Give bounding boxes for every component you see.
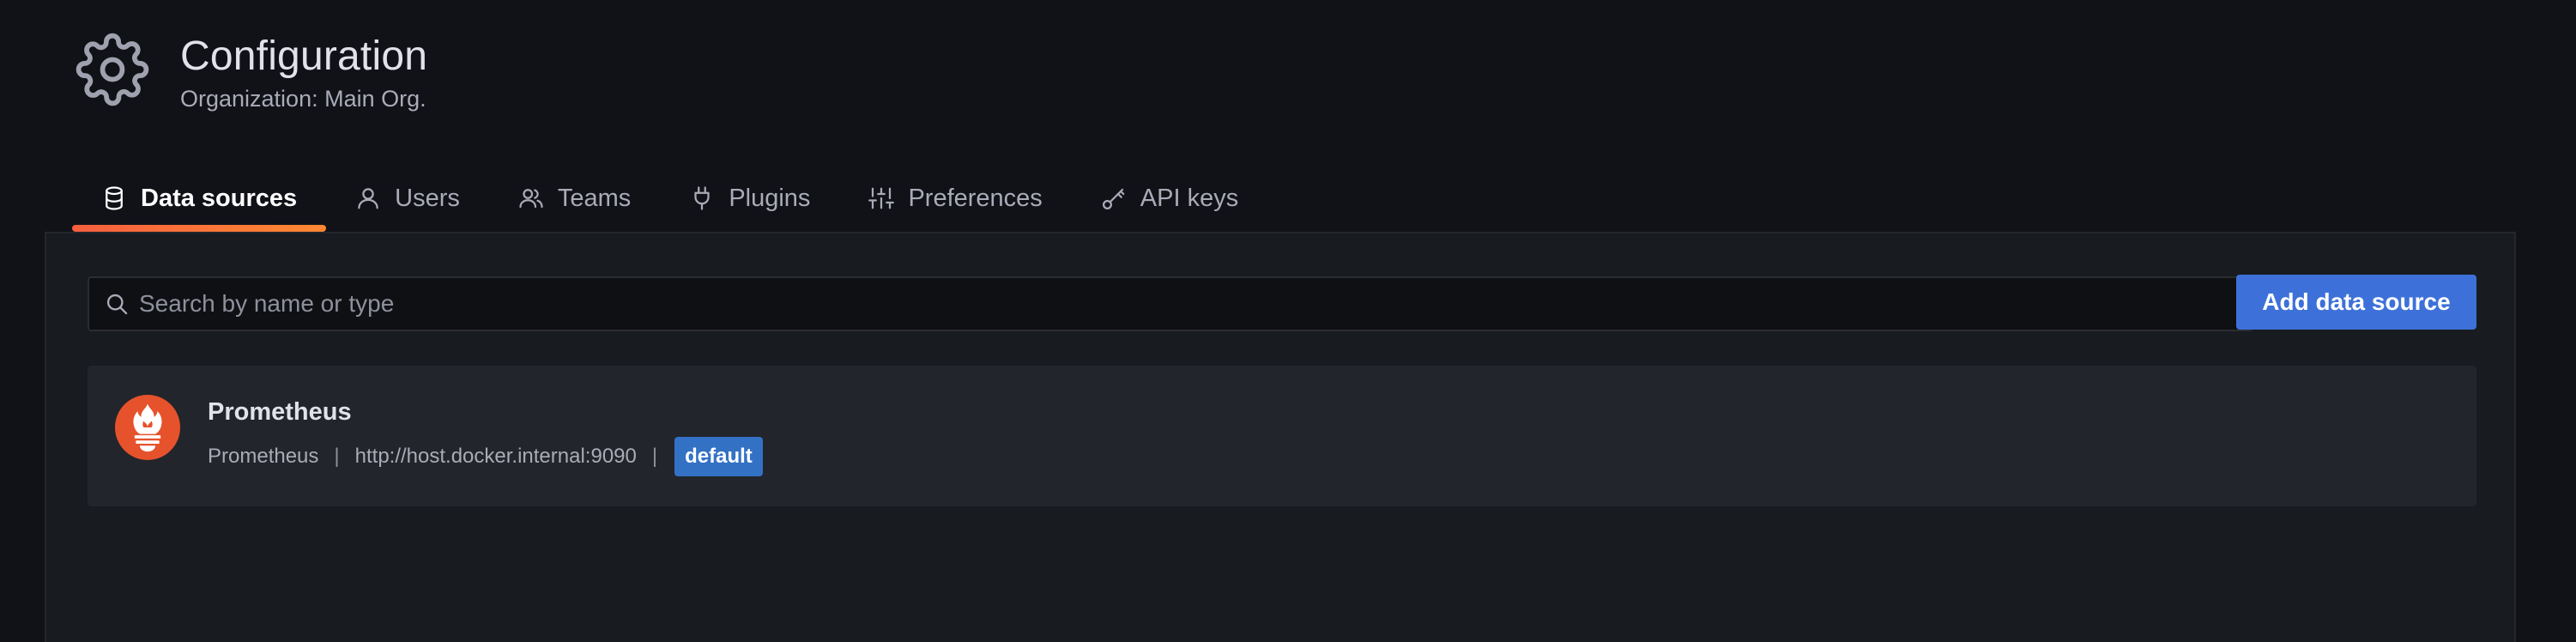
separator: | xyxy=(651,445,658,468)
search-input[interactable] xyxy=(139,290,2198,318)
prometheus-logo-icon xyxy=(115,395,180,460)
configuration-page: Configuration Organization: Main Org. Da… xyxy=(0,0,2576,642)
data-source-url: http://host.docker.internal:9090 xyxy=(354,445,637,468)
tab-label: Plugins xyxy=(729,184,811,212)
key-icon xyxy=(1101,185,1127,211)
data-sources-panel: Add data source Prometheus Prometheus | … xyxy=(45,232,2516,642)
separator: | xyxy=(334,445,340,468)
tab-label: Users xyxy=(395,184,460,212)
page-title: Configuration xyxy=(180,33,428,79)
tab-users[interactable]: Users xyxy=(326,168,489,228)
tab-preferences[interactable]: Preferences xyxy=(839,168,1071,228)
data-source-card[interactable]: Prometheus Prometheus | http://host.dock… xyxy=(88,366,2476,506)
data-source-name[interactable]: Prometheus xyxy=(208,398,352,427)
user-icon xyxy=(355,185,381,211)
tab-api-keys[interactable]: API keys xyxy=(1072,168,1267,228)
tab-teams[interactable]: Teams xyxy=(489,168,660,228)
default-badge: default xyxy=(674,437,763,476)
add-data-source-button[interactable]: Add data source xyxy=(2236,275,2476,330)
data-source-meta: Prometheus | http://host.docker.internal… xyxy=(208,436,763,477)
tab-label: Teams xyxy=(557,184,632,212)
page-subtitle: Organization: Main Org. xyxy=(180,86,426,112)
sliders-icon xyxy=(868,185,895,211)
search-icon xyxy=(105,292,129,316)
search-box[interactable] xyxy=(88,276,2253,331)
database-icon xyxy=(101,185,127,211)
header-text: Configuration Organization: Main Org. xyxy=(180,33,427,113)
tab-label: Preferences xyxy=(908,184,1043,212)
tab-label: API keys xyxy=(1140,184,1239,212)
plug-icon xyxy=(689,185,715,211)
page-header: Configuration Organization: Main Org. xyxy=(76,33,427,113)
gear-icon xyxy=(76,33,149,106)
tab-label: Data sources xyxy=(141,184,298,212)
data-source-type: Prometheus xyxy=(208,445,319,468)
users-group-icon xyxy=(518,185,544,211)
tab-data-sources[interactable]: Data sources xyxy=(72,168,327,232)
tab-plugins[interactable]: Plugins xyxy=(660,168,839,228)
config-tabs: Data sources Users Teams Plugins Prefere… xyxy=(72,168,1267,232)
